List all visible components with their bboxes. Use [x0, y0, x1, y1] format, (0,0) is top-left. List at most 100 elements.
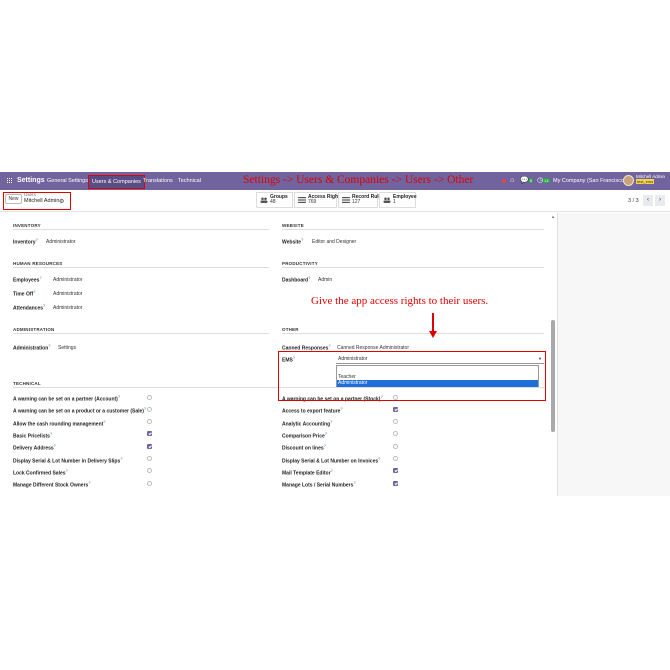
field-label-ems: EMS? — [282, 355, 296, 364]
checkbox-label: Display Serial & Lot Number on Invoices? — [282, 455, 381, 465]
menu-general-settings[interactable]: General Settings — [47, 178, 88, 184]
section-divider — [282, 333, 544, 334]
user-avatar[interactable] — [623, 175, 634, 186]
stat-button-employee[interactable]: Employee 1 — [379, 192, 417, 208]
field-label-inventory: Inventory? — [13, 237, 38, 246]
checkbox[interactable] — [393, 468, 398, 474]
checkbox[interactable] — [147, 431, 152, 437]
section-divider — [13, 229, 269, 230]
section-human-resources: HUMAN RESOURCES — [13, 261, 63, 266]
chatter-panel — [557, 213, 670, 496]
annotation-path: Settings -> Users & Companies -> Users -… — [243, 174, 474, 186]
checkbox-label: Discount on lines? — [282, 443, 326, 452]
ems-option-administrator[interactable]: Administrator — [337, 380, 538, 387]
checkbox-label: Analytic Accounting? — [282, 418, 333, 428]
field-administration[interactable]: Settings — [58, 345, 76, 351]
checkbox-label: Mail Template Editor? — [282, 467, 333, 477]
checkbox-label: Manage Different Stock Owners? — [13, 480, 91, 489]
chat-count-badge: 5 — [528, 178, 533, 183]
checkbox[interactable] — [147, 394, 152, 400]
ems-select-value: Administrator — [338, 356, 368, 362]
user-menu[interactable]: Mitchell Admin test_ems — [636, 174, 665, 184]
app-screen: Settings General Settings Users & Compan… — [0, 172, 670, 496]
section-divider — [282, 229, 544, 230]
checkbox-label: Allow the cash rounding management? — [13, 418, 106, 428]
section-technical: TECHNICAL — [13, 381, 41, 386]
field-time-off[interactable]: Administrator — [53, 291, 82, 297]
section-productivity: PRODUCTIVITY — [282, 261, 318, 266]
checkbox[interactable] — [393, 419, 398, 425]
checkbox[interactable] — [393, 443, 398, 449]
checkbox-label: Basic Pricelists? — [13, 430, 53, 440]
checkbox[interactable] — [147, 443, 152, 449]
field-label-employees: Employees? — [13, 275, 42, 284]
menu-users-companies[interactable]: Users & Companies — [88, 175, 145, 189]
top-navbar: Settings General Settings Users & Compan… — [0, 172, 670, 190]
checkbox[interactable] — [393, 456, 398, 461]
breadcrumb-current: Mitchell Admin — [24, 198, 60, 204]
field-label-website: Website? — [282, 237, 304, 246]
section-administration: ADMINISTRATION — [13, 327, 55, 332]
activity-count-badge: 14 — [543, 178, 550, 183]
checkbox[interactable] — [393, 431, 398, 437]
apps-grid-icon[interactable] — [7, 178, 13, 184]
checkbox-label: A warning can be set on a product or a c… — [13, 406, 147, 415]
checkbox[interactable] — [393, 480, 398, 486]
checkbox[interactable] — [147, 419, 152, 425]
pager-value[interactable]: 3 / 3 — [628, 198, 639, 204]
section-divider — [13, 267, 269, 268]
checkbox-label: Delivery Address? — [13, 443, 56, 452]
field-employees[interactable]: Administrator — [53, 277, 82, 283]
chat-icon[interactable]: 💬5 — [520, 176, 533, 184]
section-other: OTHER — [282, 327, 299, 332]
section-inventory: INVENTORY — [13, 223, 41, 228]
field-attendances[interactable]: Administrator — [53, 305, 82, 311]
section-divider — [282, 267, 544, 268]
database-badge: test_ems — [636, 179, 655, 184]
app-name[interactable]: Settings — [17, 177, 45, 184]
field-label-dashboard: Dashboard? — [282, 275, 311, 284]
list-icon — [342, 197, 350, 203]
scrollbar-thumb[interactable] — [551, 320, 555, 432]
scroll-up-icon[interactable]: ▲ — [551, 214, 555, 219]
checkbox-label: Lock Confirmed Sales? — [13, 467, 68, 477]
checkbox[interactable] — [393, 406, 398, 412]
list-icon — [298, 197, 306, 203]
form-view: INVENTORY WEBSITE Inventory? Administrat… — [0, 213, 548, 496]
field-label-attendances: Attendances? — [13, 303, 46, 312]
checkbox-label: Manage Lots / Serial Numbers? — [282, 480, 356, 489]
ems-select[interactable]: Administrator ▼ — [336, 355, 544, 364]
stat-button-record-rules[interactable]: Record Rules 127 — [338, 192, 384, 208]
field-website[interactable]: Editor and Designer — [312, 239, 356, 245]
control-panel: New Users Mitchell Admin ⚙ Groups 48 Acc… — [0, 190, 670, 212]
field-inventory[interactable]: Administrator — [46, 239, 75, 245]
annotation-arrow — [432, 313, 434, 333]
field-label-time-off: Time Off? — [13, 289, 36, 298]
checkbox[interactable] — [147, 468, 152, 474]
activity-clock-icon[interactable]: ◷14 — [537, 176, 550, 184]
stat-button-access-rights[interactable]: Access Rights 769 — [294, 192, 342, 208]
pager-next-button[interactable]: › — [655, 195, 665, 206]
home-icon[interactable]: ⌂ — [510, 177, 514, 184]
users-icon — [260, 197, 268, 203]
menu-translations[interactable]: Translations — [143, 178, 173, 184]
stat-button-groups[interactable]: Groups 48 — [256, 192, 293, 208]
chevron-down-icon: ▼ — [538, 356, 542, 361]
new-button[interactable]: New — [5, 194, 22, 204]
pager-previous-button[interactable]: ‹ — [643, 195, 653, 206]
annotation-hint: Give the app access rights to their user… — [311, 295, 489, 307]
checkbox[interactable] — [147, 480, 152, 486]
checkbox[interactable] — [147, 406, 152, 412]
checkbox[interactable] — [147, 456, 152, 461]
field-dashboard[interactable]: Admin — [318, 277, 332, 283]
menu-technical[interactable]: Technical — [178, 178, 201, 184]
section-website: WEBSITE — [282, 223, 304, 228]
checkbox-label: Comparison Price? — [282, 430, 328, 440]
gear-icon[interactable]: ⚙ — [59, 198, 64, 205]
breadcrumb-users-link[interactable]: Users — [24, 192, 36, 197]
ems-dropdown-list: Teacher Administrator — [336, 365, 539, 387]
company-switcher[interactable]: My Company (San Francisco) — [553, 178, 626, 184]
checkbox-label: Access to export feature? — [282, 406, 343, 415]
status-dot-icon — [502, 179, 506, 183]
section-divider — [13, 333, 269, 334]
